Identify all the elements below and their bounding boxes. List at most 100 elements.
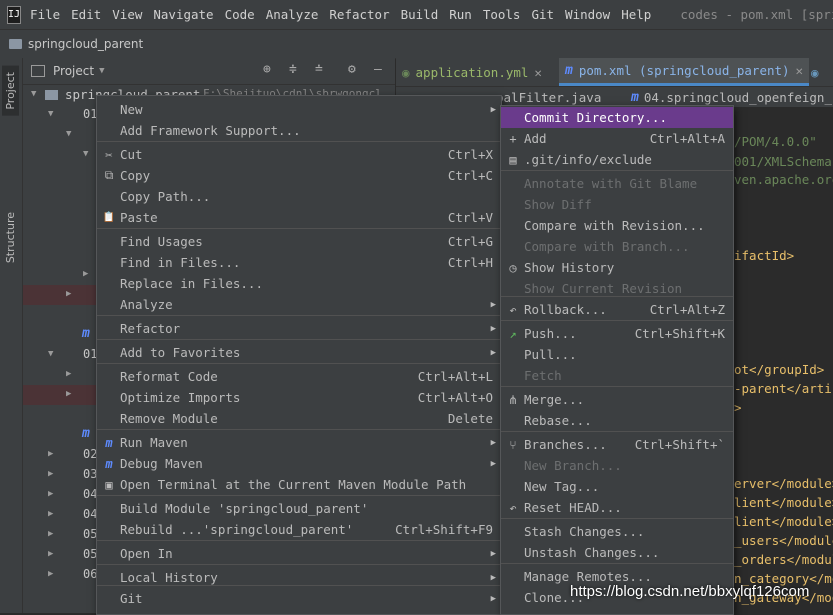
menu-separator bbox=[97, 495, 501, 496]
chevron-right-icon[interactable]: ▶ bbox=[48, 449, 53, 459]
close-icon[interactable]: ✕ bbox=[796, 63, 804, 78]
menubar-item-tools[interactable]: Tools bbox=[483, 7, 521, 22]
context-menu-item-run-maven[interactable]: m Run Maven ▶ bbox=[97, 432, 501, 453]
chevron-down-icon[interactable]: ▼ bbox=[99, 66, 104, 76]
context-menu-item-new[interactable]: New ▶ bbox=[97, 99, 501, 120]
context-menu-item-replace-in-files[interactable]: Replace in Files... bbox=[97, 273, 501, 294]
intellij-logo-icon: IJ bbox=[7, 5, 22, 24]
git-menu-item-commit-directory[interactable]: Commit Directory... bbox=[501, 107, 733, 128]
tab-application-yml[interactable]: ◉ application.yml ✕ bbox=[402, 58, 542, 86]
paste-icon: 📋 bbox=[102, 212, 116, 223]
context-menu-item-add-framework-support[interactable]: Add Framework Support... bbox=[97, 120, 501, 141]
chevron-down-icon[interactable]: ▼ bbox=[66, 129, 71, 139]
chevron-right-icon[interactable]: ▶ bbox=[66, 289, 71, 299]
chevron-right-icon[interactable]: ▶ bbox=[48, 549, 53, 559]
close-icon[interactable]: ✕ bbox=[534, 65, 542, 80]
menu-separator bbox=[501, 386, 733, 387]
collapse-all-icon[interactable]: ≐ bbox=[315, 62, 323, 77]
menubar-item-analyze[interactable]: Analyze bbox=[266, 7, 319, 22]
git-menu-item-push[interactable]: ↗ Push... Ctrl+Shift+K bbox=[501, 323, 733, 344]
chevron-down-icon[interactable]: ▼ bbox=[48, 349, 53, 359]
chevron-right-icon[interactable]: ▶ bbox=[66, 369, 71, 379]
git-menu-item-show-history[interactable]: ◷ Show History bbox=[501, 257, 733, 278]
chevron-right-icon[interactable]: ▶ bbox=[83, 269, 88, 279]
git-menu-item-new-tag[interactable]: New Tag... bbox=[501, 476, 733, 497]
context-menu-item-reformat-code[interactable]: Reformat Code Ctrl+Alt+L bbox=[97, 366, 501, 387]
menu-item-shortcut: Ctrl+G bbox=[447, 234, 493, 249]
gear-icon[interactable]: ⚙ bbox=[348, 62, 356, 77]
context-menu-item-find-in-files[interactable]: Find in Files... Ctrl+H bbox=[97, 252, 501, 273]
menu-item-shortcut: Ctrl+Shift+` bbox=[634, 437, 725, 452]
git-menu-item-reset-head[interactable]: ↶ Reset HEAD... bbox=[501, 497, 733, 518]
git-menu-item-merge[interactable]: ⋔ Merge... bbox=[501, 389, 733, 410]
chevron-down-icon[interactable]: ▼ bbox=[83, 149, 88, 159]
git-menu-item-compare-with-revision[interactable]: Compare with Revision... bbox=[501, 215, 733, 236]
expand-all-icon[interactable]: ≑ bbox=[289, 62, 297, 77]
chevron-right-icon[interactable]: ▶ bbox=[66, 389, 71, 399]
tool-tab-structure[interactable]: Structure bbox=[2, 208, 19, 267]
context-menu-item-debug-maven[interactable]: m Debug Maven ▶ bbox=[97, 453, 501, 474]
menubar-item-refactor[interactable]: Refactor bbox=[329, 7, 389, 22]
menu-item-label: Reset HEAD... bbox=[524, 500, 622, 515]
scissors-icon: ✂ bbox=[105, 147, 113, 162]
context-menu-item-refactor[interactable]: Refactor ▶ bbox=[97, 318, 501, 339]
chevron-right-icon[interactable]: ▶ bbox=[48, 509, 53, 519]
menubar-item-run[interactable]: Run bbox=[449, 7, 472, 22]
context-menu-item-optimize-imports[interactable]: Optimize Imports Ctrl+Alt+O bbox=[97, 387, 501, 408]
menubar-item-code[interactable]: Code bbox=[225, 7, 255, 22]
context-menu-item-git[interactable]: Git ▶ bbox=[97, 588, 501, 609]
context-menu-item-add-to-favorites[interactable]: Add to Favorites ▶ bbox=[97, 342, 501, 363]
git-menu-item-pull[interactable]: Pull... bbox=[501, 344, 733, 365]
context-menu-item-paste[interactable]: 📋 Paste Ctrl+V bbox=[97, 207, 501, 228]
tab-openfeign-pom[interactable]: m 04.springcloud_openfeign_p bbox=[631, 87, 833, 107]
git-menu-item-annotate-with-git-blame: Annotate with Git Blame bbox=[501, 173, 733, 194]
tab-overflow[interactable]: ◉ bbox=[811, 58, 819, 86]
menubar-item-git[interactable]: Git bbox=[531, 7, 554, 22]
menu-item-label: Add to Favorites bbox=[120, 345, 241, 360]
context-menu-item-build-module-springcloud-parent[interactable]: Build Module 'springcloud_parent' bbox=[97, 498, 501, 519]
git-menu-item-unstash-changes[interactable]: Unstash Changes... bbox=[501, 542, 733, 563]
menu-item-label: Rebuild ...'springcloud_parent' bbox=[120, 522, 354, 537]
tab-filter-java[interactable]: palFilter.java bbox=[496, 87, 601, 107]
git-menu-item-rollback[interactable]: ↶ Rollback... Ctrl+Alt+Z bbox=[501, 299, 733, 320]
git-menu-item-stash-changes[interactable]: Stash Changes... bbox=[501, 521, 733, 542]
menubar-item-navigate[interactable]: Navigate bbox=[153, 7, 213, 22]
menubar-item-edit[interactable]: Edit bbox=[71, 7, 101, 22]
menubar-item-view[interactable]: View bbox=[112, 7, 142, 22]
context-menu-item-cut[interactable]: ✂ Cut Ctrl+X bbox=[97, 144, 501, 165]
menubar-item-build[interactable]: Build bbox=[401, 7, 439, 22]
git-menu-item-rebase[interactable]: Rebase... bbox=[501, 410, 733, 431]
tab-pom-xml[interactable]: m pom.xml (springcloud_parent) ✕ bbox=[559, 58, 810, 86]
breadcrumb-project[interactable]: springcloud_parent bbox=[28, 37, 143, 51]
menu-item-label: Git bbox=[120, 591, 143, 606]
context-menu-item-open-in[interactable]: Open In ▶ bbox=[97, 543, 501, 564]
submenu-arrow-icon: ▶ bbox=[490, 347, 496, 358]
menu-item-label: Show Diff bbox=[524, 197, 592, 212]
menubar-item-window[interactable]: Window bbox=[565, 7, 610, 22]
context-menu-item-copy-path[interactable]: Copy Path... bbox=[97, 186, 501, 207]
menubar-item-help[interactable]: Help bbox=[621, 7, 651, 22]
git-menu-item-branches[interactable]: ⑂ Branches... Ctrl+Shift+` bbox=[501, 434, 733, 455]
chevron-down-icon[interactable]: ▼ bbox=[48, 109, 53, 119]
menu-separator bbox=[97, 315, 501, 316]
context-menu-item-copy[interactable]: ⧉ Copy Ctrl+C bbox=[97, 165, 501, 186]
context-menu-item-open-terminal-at-the-current-maven-module-path[interactable]: ▣ Open Terminal at the Current Maven Modu… bbox=[97, 474, 501, 495]
chevron-right-icon[interactable]: ▶ bbox=[48, 489, 53, 499]
chevron-right-icon[interactable]: ▶ bbox=[48, 529, 53, 539]
minimize-icon[interactable]: — bbox=[374, 62, 382, 77]
menubar-item-file[interactable]: File bbox=[30, 7, 60, 22]
context-menu-item-find-usages[interactable]: Find Usages Ctrl+G bbox=[97, 231, 501, 252]
git-menu-item-add[interactable]: + Add Ctrl+Alt+A bbox=[501, 128, 733, 149]
context-menu-item-remove-module[interactable]: Remove Module Delete bbox=[97, 408, 501, 429]
project-view-selector[interactable]: Project bbox=[53, 64, 94, 78]
menu-item-shortcut: Ctrl+Alt+A bbox=[649, 131, 725, 146]
tool-tab-project[interactable]: Project bbox=[2, 66, 19, 116]
chevron-down-icon[interactable]: ▼ bbox=[31, 89, 36, 99]
context-menu-item-rebuild-springcloud-parent[interactable]: Rebuild ...'springcloud_parent' Ctrl+Shif… bbox=[97, 519, 501, 540]
menu-separator bbox=[501, 563, 733, 564]
git-menu-item-git-info-exclude[interactable]: ▤ .git/info/exclude bbox=[501, 149, 733, 170]
chevron-right-icon[interactable]: ▶ bbox=[48, 469, 53, 479]
locate-icon[interactable]: ⊕ bbox=[263, 62, 271, 77]
chevron-right-icon[interactable]: ▶ bbox=[48, 569, 53, 579]
context-menu-item-analyze[interactable]: Analyze ▶ bbox=[97, 294, 501, 315]
